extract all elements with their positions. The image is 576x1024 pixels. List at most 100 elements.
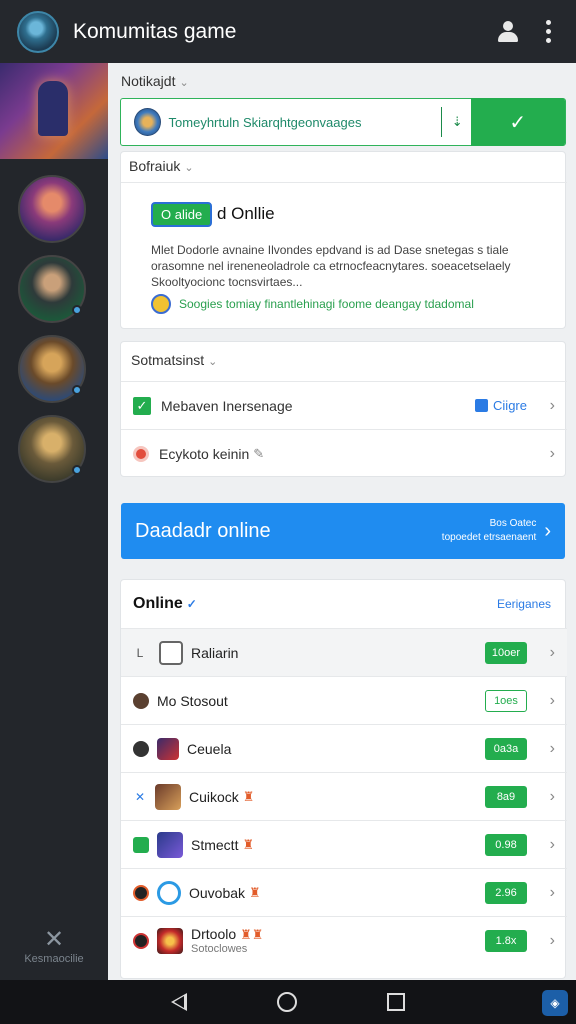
game-icon bbox=[133, 740, 149, 757]
categories-link[interactable]: Eeriganes bbox=[497, 597, 551, 611]
game-thumb bbox=[157, 737, 179, 760]
player-name: Mo Stosout bbox=[157, 692, 228, 709]
arrow-down-icon[interactable]: ⇣ bbox=[452, 114, 471, 130]
game-icon bbox=[133, 692, 149, 709]
chevron-right-icon: › bbox=[544, 519, 551, 542]
notification-bar[interactable]: Tomeyhrtuln Skiarqhtgeonvaages ⇣ ✓ bbox=[120, 98, 566, 146]
player-row[interactable]: Ceuela 0a3a › bbox=[121, 724, 567, 772]
online-players-card: Online ✓ Eeriganes L Raliarin 10oer › Mo … bbox=[120, 579, 567, 979]
settings-row-message[interactable]: ✓ Mebaven Inersenage Ciigre › bbox=[121, 381, 567, 429]
player-row[interactable]: Drtoolo ♜♜ Sotoclowes 1.8x › bbox=[121, 916, 567, 964]
main-content: Notikajdt ⌄ Tomeyhrtuln Skiarqhtgeonvaage… bbox=[108, 63, 576, 980]
online-header: Online ✓ Eeriganes bbox=[121, 580, 567, 628]
chevron-right-icon: › bbox=[549, 787, 555, 805]
check-icon[interactable]: ✓ bbox=[133, 396, 151, 415]
player-badge: 8a9 bbox=[485, 785, 527, 808]
chevron-right-icon: › bbox=[549, 883, 555, 901]
status-pill[interactable]: O alide bbox=[151, 202, 213, 227]
player-row[interactable]: Ouvobak ♜ 2.96 › bbox=[121, 868, 567, 916]
confirm-button[interactable]: ✓ bbox=[470, 98, 565, 146]
profile-icon bbox=[497, 20, 519, 43]
player-subtitle: Sotoclowes bbox=[191, 943, 248, 955]
top-app-bar: Komumitas game bbox=[0, 0, 576, 63]
record-icon bbox=[133, 445, 149, 462]
sidebar-avatar-2[interactable] bbox=[18, 255, 86, 323]
game-icon bbox=[159, 640, 183, 665]
row-lead-icon: ✕ bbox=[134, 789, 146, 804]
settings-row-value[interactable]: Ciigre bbox=[475, 398, 527, 413]
player-row[interactable]: Stmectt ♜ 0.98 › bbox=[121, 820, 567, 868]
app-avatar[interactable] bbox=[17, 10, 59, 53]
chevron-right-icon: › bbox=[549, 739, 555, 757]
player-badge: 1oes bbox=[485, 689, 527, 712]
notification-text: Tomeyhrtuln Skiarqhtgeonvaages bbox=[168, 114, 362, 130]
system-nav-bar: ◈ bbox=[0, 980, 576, 1024]
sidebar-avatar-1[interactable] bbox=[18, 175, 86, 243]
player-name: Raliarin bbox=[191, 644, 239, 661]
chevron-down-icon: ⌄ bbox=[208, 356, 218, 368]
profile-button[interactable] bbox=[488, 12, 528, 52]
chevron-right-icon: › bbox=[549, 643, 555, 661]
online-dot bbox=[72, 465, 82, 475]
home-icon[interactable] bbox=[277, 992, 297, 1012]
status-section-label: Bofraiuk ⌄ bbox=[129, 158, 194, 174]
game-coin-icon bbox=[151, 294, 171, 314]
cta-subtitle: Bos Oatec topoedet etrsaenaent bbox=[441, 518, 537, 543]
check-icon: ✓ bbox=[509, 111, 527, 134]
settings-section-label: Sotmatsinst ⌄ bbox=[131, 352, 218, 368]
online-title: Online ✓ bbox=[133, 595, 197, 612]
sidebar-logo-icon[interactable]: ✕ bbox=[0, 925, 108, 954]
online-dot bbox=[72, 305, 82, 315]
game-thumb bbox=[157, 831, 183, 858]
game-icon bbox=[133, 884, 149, 901]
notify-section-label: Notikajdt ⌄ bbox=[121, 73, 189, 89]
status-description: Mlet Dodorle avnaine Ilvondes epdvand is… bbox=[151, 243, 511, 289]
player-row[interactable]: ✕ Cuikock ♜ 8a9 › bbox=[121, 772, 567, 820]
overflow-menu-button[interactable] bbox=[528, 12, 568, 52]
chevron-down-icon: ⌄ bbox=[179, 77, 189, 89]
status-link-text: Soogies tomiay finantlehinagi foome dean… bbox=[179, 297, 474, 311]
game-icon bbox=[133, 932, 149, 949]
fire-icon: ♜ bbox=[242, 836, 255, 852]
divider bbox=[121, 182, 567, 183]
online-cta-banner[interactable]: Daadadr online Bos Oatec topoedet etrsae… bbox=[121, 503, 565, 559]
sidebar-avatar-3[interactable] bbox=[18, 335, 86, 403]
chevron-right-icon: › bbox=[549, 835, 555, 853]
back-icon[interactable] bbox=[171, 993, 187, 1011]
chat-icon bbox=[157, 880, 181, 905]
player-name: Cuikock bbox=[189, 788, 239, 805]
sidebar-avatar-4[interactable] bbox=[18, 415, 86, 483]
app-shortcut-icon[interactable]: ◈ bbox=[542, 990, 568, 1016]
player-badge: 1.8x bbox=[485, 929, 527, 952]
app-title: Komumitas game bbox=[73, 19, 237, 43]
chevron-right-icon: › bbox=[549, 931, 555, 949]
sidebar: ✕ Kesmaocilie bbox=[0, 63, 108, 980]
checkbox-icon bbox=[475, 399, 489, 412]
player-row[interactable]: L Raliarin 10oer › bbox=[121, 628, 567, 676]
verified-icon: ✓ bbox=[186, 597, 197, 611]
sidebar-footer-label: Kesmaocilie bbox=[24, 953, 84, 965]
player-badge: 0.98 bbox=[485, 833, 527, 856]
player-row[interactable]: Mo Stosout 1oes › bbox=[121, 676, 567, 724]
sidebar-banner-image[interactable] bbox=[0, 63, 108, 159]
fire-icon: ♜♜ bbox=[240, 927, 264, 942]
player-badge: 0a3a bbox=[485, 737, 527, 760]
divider bbox=[440, 107, 442, 137]
settings-row-label: Ecykoto keinin bbox=[159, 445, 250, 462]
kebab-menu-icon bbox=[545, 20, 551, 43]
status-link[interactable]: Soogies tomiay finantlehinagi foome dean… bbox=[151, 294, 474, 314]
chevron-right-icon: › bbox=[549, 444, 555, 462]
chevron-right-icon: › bbox=[549, 691, 555, 709]
cta-title: Daadadr online bbox=[135, 519, 271, 542]
status-line: O alide d Onllie bbox=[151, 202, 275, 227]
game-thumb bbox=[157, 927, 183, 954]
online-dot bbox=[72, 385, 82, 395]
chevron-down-icon: ⌄ bbox=[184, 162, 194, 174]
settings-row-ecykoto[interactable]: Ecykoto keinin ✎ › bbox=[121, 429, 567, 477]
game-icon bbox=[133, 836, 149, 853]
player-name: Ouvobak bbox=[189, 884, 246, 901]
notification-avatar bbox=[134, 108, 161, 136]
player-name: Stmectt bbox=[191, 836, 239, 853]
player-badge: 2.96 bbox=[485, 881, 527, 904]
recents-icon[interactable] bbox=[387, 993, 405, 1011]
